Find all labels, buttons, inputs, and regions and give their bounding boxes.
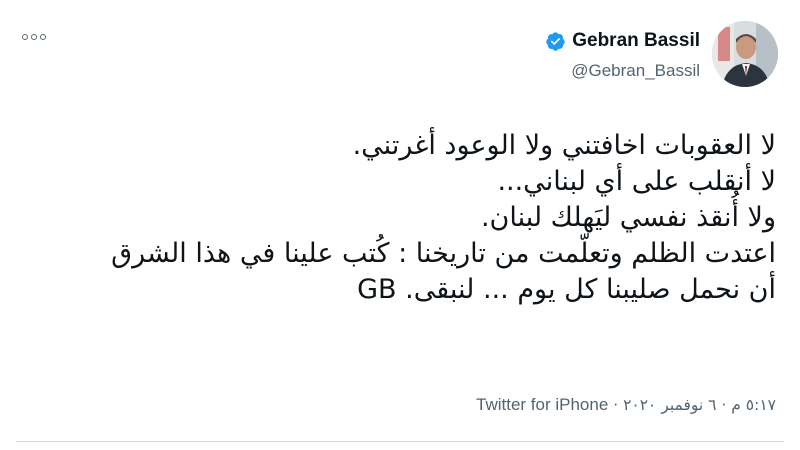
tweet-line: لا العقوبات اخافتني ولا الوعود أغرتني. — [352, 130, 776, 161]
tweet-line: أن نحمل صليبنا كل يوم ... لنبقى. GB — [357, 274, 776, 305]
tweet-timestamp[interactable]: ٥:١٧ م · ٦ نوفمبر ٢٠٢٠ — [623, 396, 776, 414]
tweet-line: لا أنقلب على أي لبناني... — [497, 166, 776, 197]
divider — [16, 441, 784, 442]
user-handle[interactable]: @Gebran_Bassil — [571, 61, 700, 81]
user-name-block: Gebran Bassil @Gebran_Bassil — [545, 27, 700, 81]
avatar[interactable] — [712, 21, 778, 87]
tweet-line: اعتدت الظلم وتعلّمت من تاريخنا : كُتب عل… — [111, 238, 776, 269]
more-options-button[interactable] — [22, 30, 46, 44]
tweet-line: ولا أُنقذ نفسي ليَهلك لبنان. — [480, 202, 776, 233]
tweet-meta: Twitter for iPhone · ٥:١٧ م · ٦ نوفمبر ٢… — [476, 395, 776, 415]
tweet-header: Gebran Bassil @Gebran_Bassil — [545, 14, 778, 94]
verified-badge-icon — [545, 31, 566, 52]
tweet-source-link[interactable]: Twitter for iPhone — [476, 395, 608, 414]
display-name[interactable]: Gebran Bassil — [572, 30, 700, 52]
more-dot-icon — [22, 34, 28, 40]
more-dot-icon — [31, 34, 37, 40]
avatar-image — [712, 21, 778, 87]
name-row: Gebran Bassil — [545, 27, 700, 55]
more-dot-icon — [40, 34, 46, 40]
tweet-text: لا العقوبات اخافتني ولا الوعود أغرتني. ل… — [36, 128, 776, 308]
meta-separator: · — [608, 396, 624, 414]
